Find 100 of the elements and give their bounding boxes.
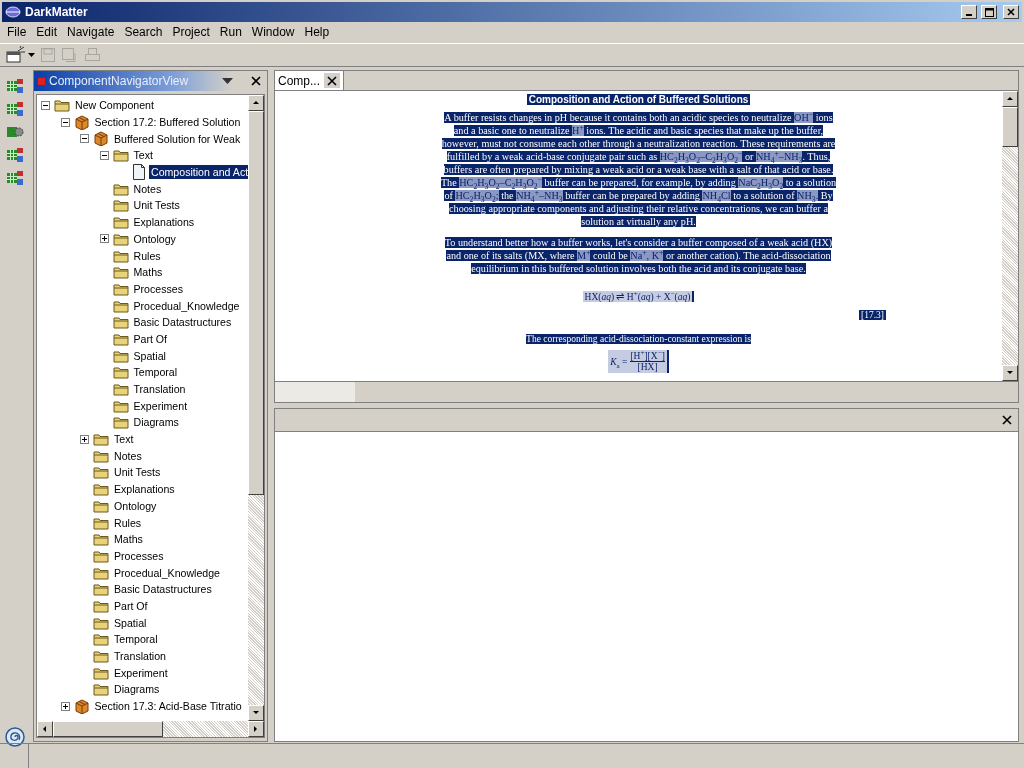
scroll-right-button[interactable]	[248, 721, 264, 737]
tree-item[interactable]: Experiment	[112, 665, 170, 680]
tree-item[interactable]: New Component	[73, 98, 156, 113]
maximize-button[interactable]	[981, 5, 997, 19]
tree-item[interactable]: Processes	[131, 281, 185, 296]
swirl-icon[interactable]	[4, 726, 26, 748]
menu-item[interactable]: Window	[246, 25, 300, 39]
view-icon	[38, 77, 45, 85]
folder-icon	[112, 382, 129, 397]
minimize-button[interactable]	[961, 5, 977, 19]
close-button[interactable]	[1003, 5, 1019, 19]
equation: HX(aq) ⇌ H$^{+}$(aq) + X$^{−}$(aq)	[582, 291, 695, 302]
close-icon[interactable]	[251, 76, 261, 86]
folder-icon	[112, 181, 129, 196]
scroll-thumb[interactable]	[248, 111, 264, 495]
collapse-toggle[interactable]	[99, 150, 109, 160]
left-arrow-icon	[41, 725, 49, 733]
close-icon	[1007, 8, 1015, 16]
collapse-toggle[interactable]	[60, 117, 70, 127]
tree-item[interactable]: Explanations	[131, 215, 197, 230]
tree-item[interactable]: Basic Datastructures	[131, 315, 234, 330]
horizontal-scrollbar[interactable]	[275, 382, 355, 402]
scroll-up-button[interactable]	[1002, 91, 1018, 107]
tree-item[interactable]: Composition and Act	[149, 165, 248, 180]
tree-item[interactable]: Buffered Solution for Weak	[112, 131, 243, 146]
tree-item[interactable]: Translation	[112, 649, 168, 664]
folder-icon	[112, 148, 129, 163]
tree-item[interactable]: Ontology	[131, 231, 178, 246]
grid-icon[interactable]	[6, 78, 24, 94]
scroll-down-button[interactable]	[1002, 365, 1018, 381]
view-menu-icon[interactable]	[222, 78, 233, 84]
menu-item[interactable]: Project	[167, 25, 215, 39]
tree-item[interactable]: Rules	[112, 515, 144, 530]
equation: K$_{a}$ = [H$^{+}$][X$^{−}$] [HX]	[608, 350, 669, 373]
grid-icon[interactable]	[6, 147, 24, 163]
menu-item[interactable]: Search	[119, 25, 168, 39]
grid-icon[interactable]	[6, 170, 24, 186]
scroll-thumb[interactable]	[1002, 107, 1018, 147]
tree-item[interactable]: Unit Tests	[112, 465, 163, 480]
tree-item[interactable]: Diagrams	[112, 682, 162, 697]
tree-item[interactable]: Unit Tests	[131, 198, 182, 213]
collapse-toggle[interactable]	[41, 100, 50, 110]
folder-icon	[54, 98, 70, 113]
editor-tab[interactable]: Comp...	[275, 71, 344, 90]
scroll-up-button[interactable]	[248, 95, 264, 111]
menu-item[interactable]: File	[2, 25, 32, 39]
down-arrow-icon	[252, 709, 260, 717]
folder-icon	[93, 515, 109, 530]
right-arrow-icon	[252, 725, 260, 733]
folder-icon	[93, 432, 109, 447]
folder-icon	[112, 348, 129, 363]
tree-item[interactable]: Notes	[112, 448, 144, 463]
tree-item[interactable]: Procedual_Knowledge	[112, 565, 222, 580]
folder-icon	[93, 498, 109, 513]
collapse-toggle[interactable]	[80, 134, 89, 144]
tree-item[interactable]: Procedual_Knowledge	[131, 298, 242, 313]
new-wizard-icon[interactable]	[6, 46, 28, 64]
scroll-left-button[interactable]	[37, 721, 53, 737]
tree-item[interactable]: Processes	[112, 548, 166, 563]
tree-item[interactable]: Spatial	[131, 348, 168, 363]
maximize-icon	[984, 7, 994, 17]
folder-icon	[112, 281, 129, 296]
menu-item[interactable]: Help	[299, 25, 335, 39]
tree-item[interactable]: Section 17.2: Buffered Solution	[92, 115, 243, 130]
menu-item[interactable]: Run	[214, 25, 247, 39]
folder-icon	[93, 565, 109, 580]
tab-close-button[interactable]	[324, 73, 340, 88]
expand-toggle[interactable]	[60, 701, 70, 711]
folder-icon	[112, 398, 129, 413]
close-icon[interactable]	[1002, 415, 1012, 425]
tree-item[interactable]: Part Of	[112, 598, 150, 613]
tree-item[interactable]: Spatial	[112, 615, 149, 630]
menu-item[interactable]: Navigate	[62, 25, 120, 39]
tree-item[interactable]: Text	[112, 432, 136, 447]
tree-item[interactable]: Text	[131, 148, 155, 163]
folder-icon	[93, 448, 109, 463]
tree-item[interactable]: Explanations	[112, 482, 177, 497]
scroll-down-button[interactable]	[248, 705, 264, 721]
tree-item[interactable]: Temporal	[131, 365, 180, 380]
folder-icon	[112, 415, 129, 430]
expand-toggle[interactable]	[99, 234, 109, 244]
tree-item[interactable]: Diagrams	[131, 415, 181, 430]
package-icon	[93, 131, 109, 147]
tree-item[interactable]: Ontology	[112, 498, 159, 513]
tree-item[interactable]: Temporal	[112, 632, 160, 647]
tree-item[interactable]: Section 17.3: Acid-Base Titratio	[92, 699, 244, 714]
tree-item[interactable]: Basic Datastructures	[112, 582, 214, 597]
tree-item[interactable]: Maths	[131, 265, 165, 280]
menu-item[interactable]: Edit	[31, 25, 63, 39]
dropdown-caret-icon[interactable]	[28, 53, 35, 57]
scroll-thumb[interactable]	[53, 721, 163, 737]
tree-item[interactable]: Rules	[131, 248, 163, 263]
tree-item[interactable]: Notes	[131, 181, 164, 196]
tree-item[interactable]: Part Of	[131, 331, 170, 346]
tree-item[interactable]: Translation	[131, 382, 188, 397]
tree-item[interactable]: Experiment	[131, 398, 190, 413]
gear-icon[interactable]	[6, 124, 24, 140]
expand-toggle[interactable]	[80, 434, 89, 444]
grid-icon[interactable]	[6, 101, 24, 117]
tree-item[interactable]: Maths	[112, 532, 145, 547]
